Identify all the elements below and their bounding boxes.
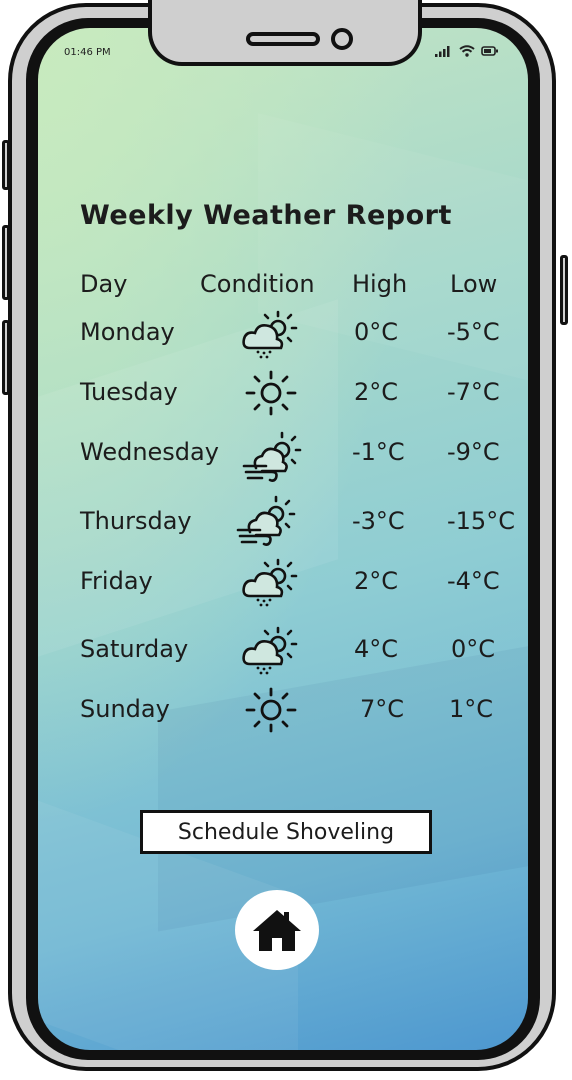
wind-cloud-sun-icon bbox=[236, 495, 296, 546]
day-label: Tuesday bbox=[80, 378, 178, 406]
day-label: Wednesday bbox=[80, 438, 219, 466]
speaker bbox=[246, 32, 320, 46]
snow-cloud-sun-icon bbox=[242, 310, 298, 359]
front-camera bbox=[331, 28, 353, 50]
snow-cloud-sun-icon bbox=[242, 626, 298, 675]
sun-icon bbox=[245, 687, 297, 733]
header-high: High bbox=[352, 270, 408, 298]
day-label: Sunday bbox=[80, 695, 170, 723]
high-temp: 4°C bbox=[354, 635, 399, 663]
battery-icon bbox=[481, 46, 498, 56]
high-temp: -3°C bbox=[352, 507, 405, 535]
day-label: Monday bbox=[80, 318, 175, 346]
high-temp: 7°C bbox=[360, 695, 405, 723]
low-temp: -9°C bbox=[447, 438, 500, 466]
low-temp: 1°C bbox=[449, 695, 494, 723]
high-temp: 0°C bbox=[354, 318, 399, 346]
header-low: Low bbox=[450, 270, 498, 298]
status-icons bbox=[435, 45, 499, 57]
low-temp: 0°C bbox=[451, 635, 496, 663]
home-icon bbox=[253, 910, 301, 951]
sun-icon bbox=[245, 370, 297, 416]
low-temp: -5°C bbox=[447, 318, 500, 346]
high-temp: 2°C bbox=[354, 567, 399, 595]
low-temp: -15°C bbox=[447, 507, 515, 535]
snow-cloud-sun-icon bbox=[242, 558, 298, 607]
header-day: Day bbox=[80, 270, 128, 298]
power-button bbox=[560, 255, 568, 325]
page-title: Weekly Weather Report bbox=[80, 200, 452, 231]
high-temp: -1°C bbox=[352, 438, 405, 466]
home-button[interactable] bbox=[235, 890, 319, 970]
day-label: Thursday bbox=[80, 507, 192, 535]
low-temp: -4°C bbox=[447, 567, 500, 595]
day-label: Saturday bbox=[80, 635, 189, 663]
wifi-icon bbox=[459, 45, 475, 57]
low-temp: -7°C bbox=[447, 378, 500, 406]
status-time: 01:46 PM bbox=[64, 47, 111, 58]
header-condition: Condition bbox=[200, 270, 315, 298]
wind-cloud-sun-icon bbox=[242, 431, 302, 482]
schedule-shoveling-button[interactable]: Schedule Shoveling bbox=[140, 810, 432, 854]
high-temp: 2°C bbox=[354, 378, 399, 406]
signal-icon bbox=[435, 46, 450, 57]
day-label: Friday bbox=[80, 567, 153, 595]
